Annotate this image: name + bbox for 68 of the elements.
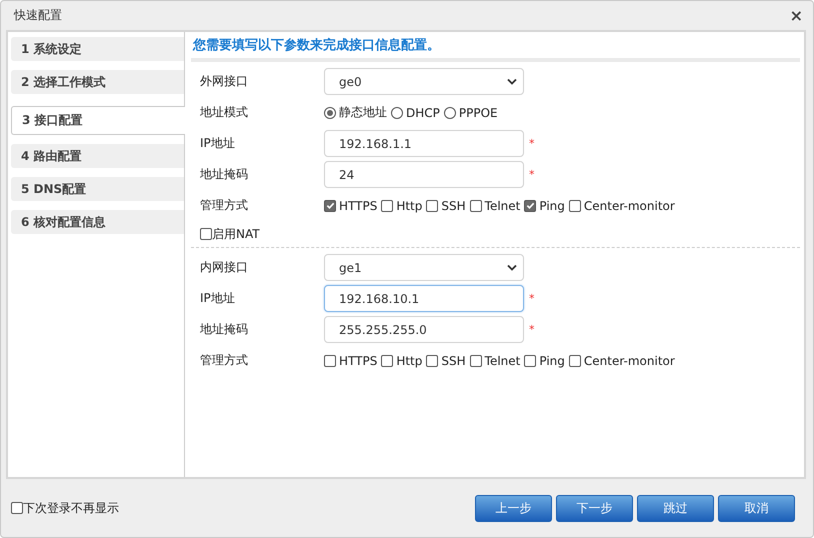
checkbox[interactable] bbox=[200, 228, 212, 240]
option-label: Ping bbox=[539, 354, 565, 368]
option-label: HTTPS bbox=[339, 198, 378, 212]
option-label: 下次登录不再显示 bbox=[23, 500, 119, 516]
required-mark: * bbox=[529, 168, 534, 181]
checkbox[interactable] bbox=[524, 354, 536, 366]
field-label: IP地址 bbox=[200, 290, 236, 307]
option-label: Telnet bbox=[484, 198, 520, 212]
option-label: SSH bbox=[441, 354, 466, 368]
field-label: 地址掩码 bbox=[200, 166, 249, 183]
radio-button[interactable] bbox=[324, 106, 336, 118]
wizard-button[interactable]: 下一步 bbox=[556, 494, 633, 522]
option-label: Ping bbox=[539, 198, 565, 212]
interface-select[interactable]: ge0 bbox=[324, 68, 524, 95]
option-label: SSH bbox=[441, 198, 466, 212]
field-label: 地址掩码 bbox=[200, 321, 249, 338]
checkbox[interactable] bbox=[381, 200, 394, 212]
option-label: PPPOE bbox=[458, 106, 498, 120]
wizard-button[interactable]: 上一步 bbox=[475, 494, 552, 522]
step-tab[interactable]: 2 选择工作模式 bbox=[11, 70, 184, 94]
step-tab[interactable]: 5 DNS配置 bbox=[11, 177, 184, 201]
input-field[interactable]: 255.255.255.0 bbox=[324, 316, 524, 343]
checkbox[interactable] bbox=[11, 502, 23, 514]
field-label: 内网接口 bbox=[200, 259, 249, 276]
wizard-button[interactable]: 跳过 bbox=[637, 494, 714, 522]
field-label: 地址模式 bbox=[200, 104, 249, 121]
checkbox[interactable] bbox=[324, 354, 336, 366]
instruction-heading: 您需要填写以下参数来完成接口信息配置。 bbox=[191, 32, 800, 62]
checkbox[interactable] bbox=[568, 200, 581, 212]
required-mark: * bbox=[529, 292, 534, 305]
checkbox[interactable] bbox=[426, 200, 438, 212]
option-label: Http bbox=[396, 354, 422, 368]
checkbox[interactable] bbox=[381, 354, 394, 366]
interface-select[interactable]: ge1 bbox=[324, 254, 524, 281]
wizard-button[interactable]: 取消 bbox=[718, 494, 795, 522]
input-field[interactable]: 192.168.10.1 bbox=[324, 285, 524, 312]
checkbox[interactable] bbox=[568, 354, 581, 366]
option-label: 静态地址 bbox=[339, 104, 387, 121]
option-label: DHCP bbox=[406, 106, 440, 120]
checkbox[interactable] bbox=[524, 200, 536, 212]
field-label: 管理方式 bbox=[200, 352, 249, 369]
option-label: Http bbox=[396, 198, 422, 212]
option-label: Center-monitor bbox=[584, 354, 675, 368]
field-label: 管理方式 bbox=[200, 197, 249, 214]
checkbox[interactable] bbox=[470, 200, 482, 212]
checkbox[interactable] bbox=[470, 354, 482, 366]
chevron-down-icon bbox=[507, 78, 517, 85]
checkbox[interactable] bbox=[426, 354, 438, 366]
option-label: Center-monitor bbox=[584, 198, 675, 212]
option-label: 启用NAT bbox=[212, 226, 260, 242]
checkbox[interactable] bbox=[324, 200, 336, 212]
step-tab[interactable]: 6 核对配置信息 bbox=[11, 210, 184, 234]
required-mark: * bbox=[529, 323, 534, 336]
step-tab[interactable]: 3 接口配置 bbox=[11, 106, 185, 135]
radio-button[interactable] bbox=[444, 106, 456, 118]
chevron-down-icon bbox=[507, 264, 517, 271]
window-title: 快速配置 bbox=[14, 6, 62, 24]
field-label: 外网接口 bbox=[200, 73, 249, 90]
input-field[interactable]: 24 bbox=[324, 161, 524, 188]
field-label: IP地址 bbox=[200, 135, 236, 152]
option-label: Telnet bbox=[484, 354, 520, 368]
close-button[interactable]: × bbox=[790, 6, 803, 24]
step-tab[interactable]: 4 路由配置 bbox=[11, 144, 184, 168]
option-label: HTTPS bbox=[339, 354, 378, 368]
radio-button[interactable] bbox=[391, 106, 403, 118]
step-tab[interactable]: 1 系统设定 bbox=[11, 37, 184, 61]
required-mark: * bbox=[529, 137, 534, 150]
input-field[interactable]: 192.168.1.1 bbox=[324, 130, 524, 157]
